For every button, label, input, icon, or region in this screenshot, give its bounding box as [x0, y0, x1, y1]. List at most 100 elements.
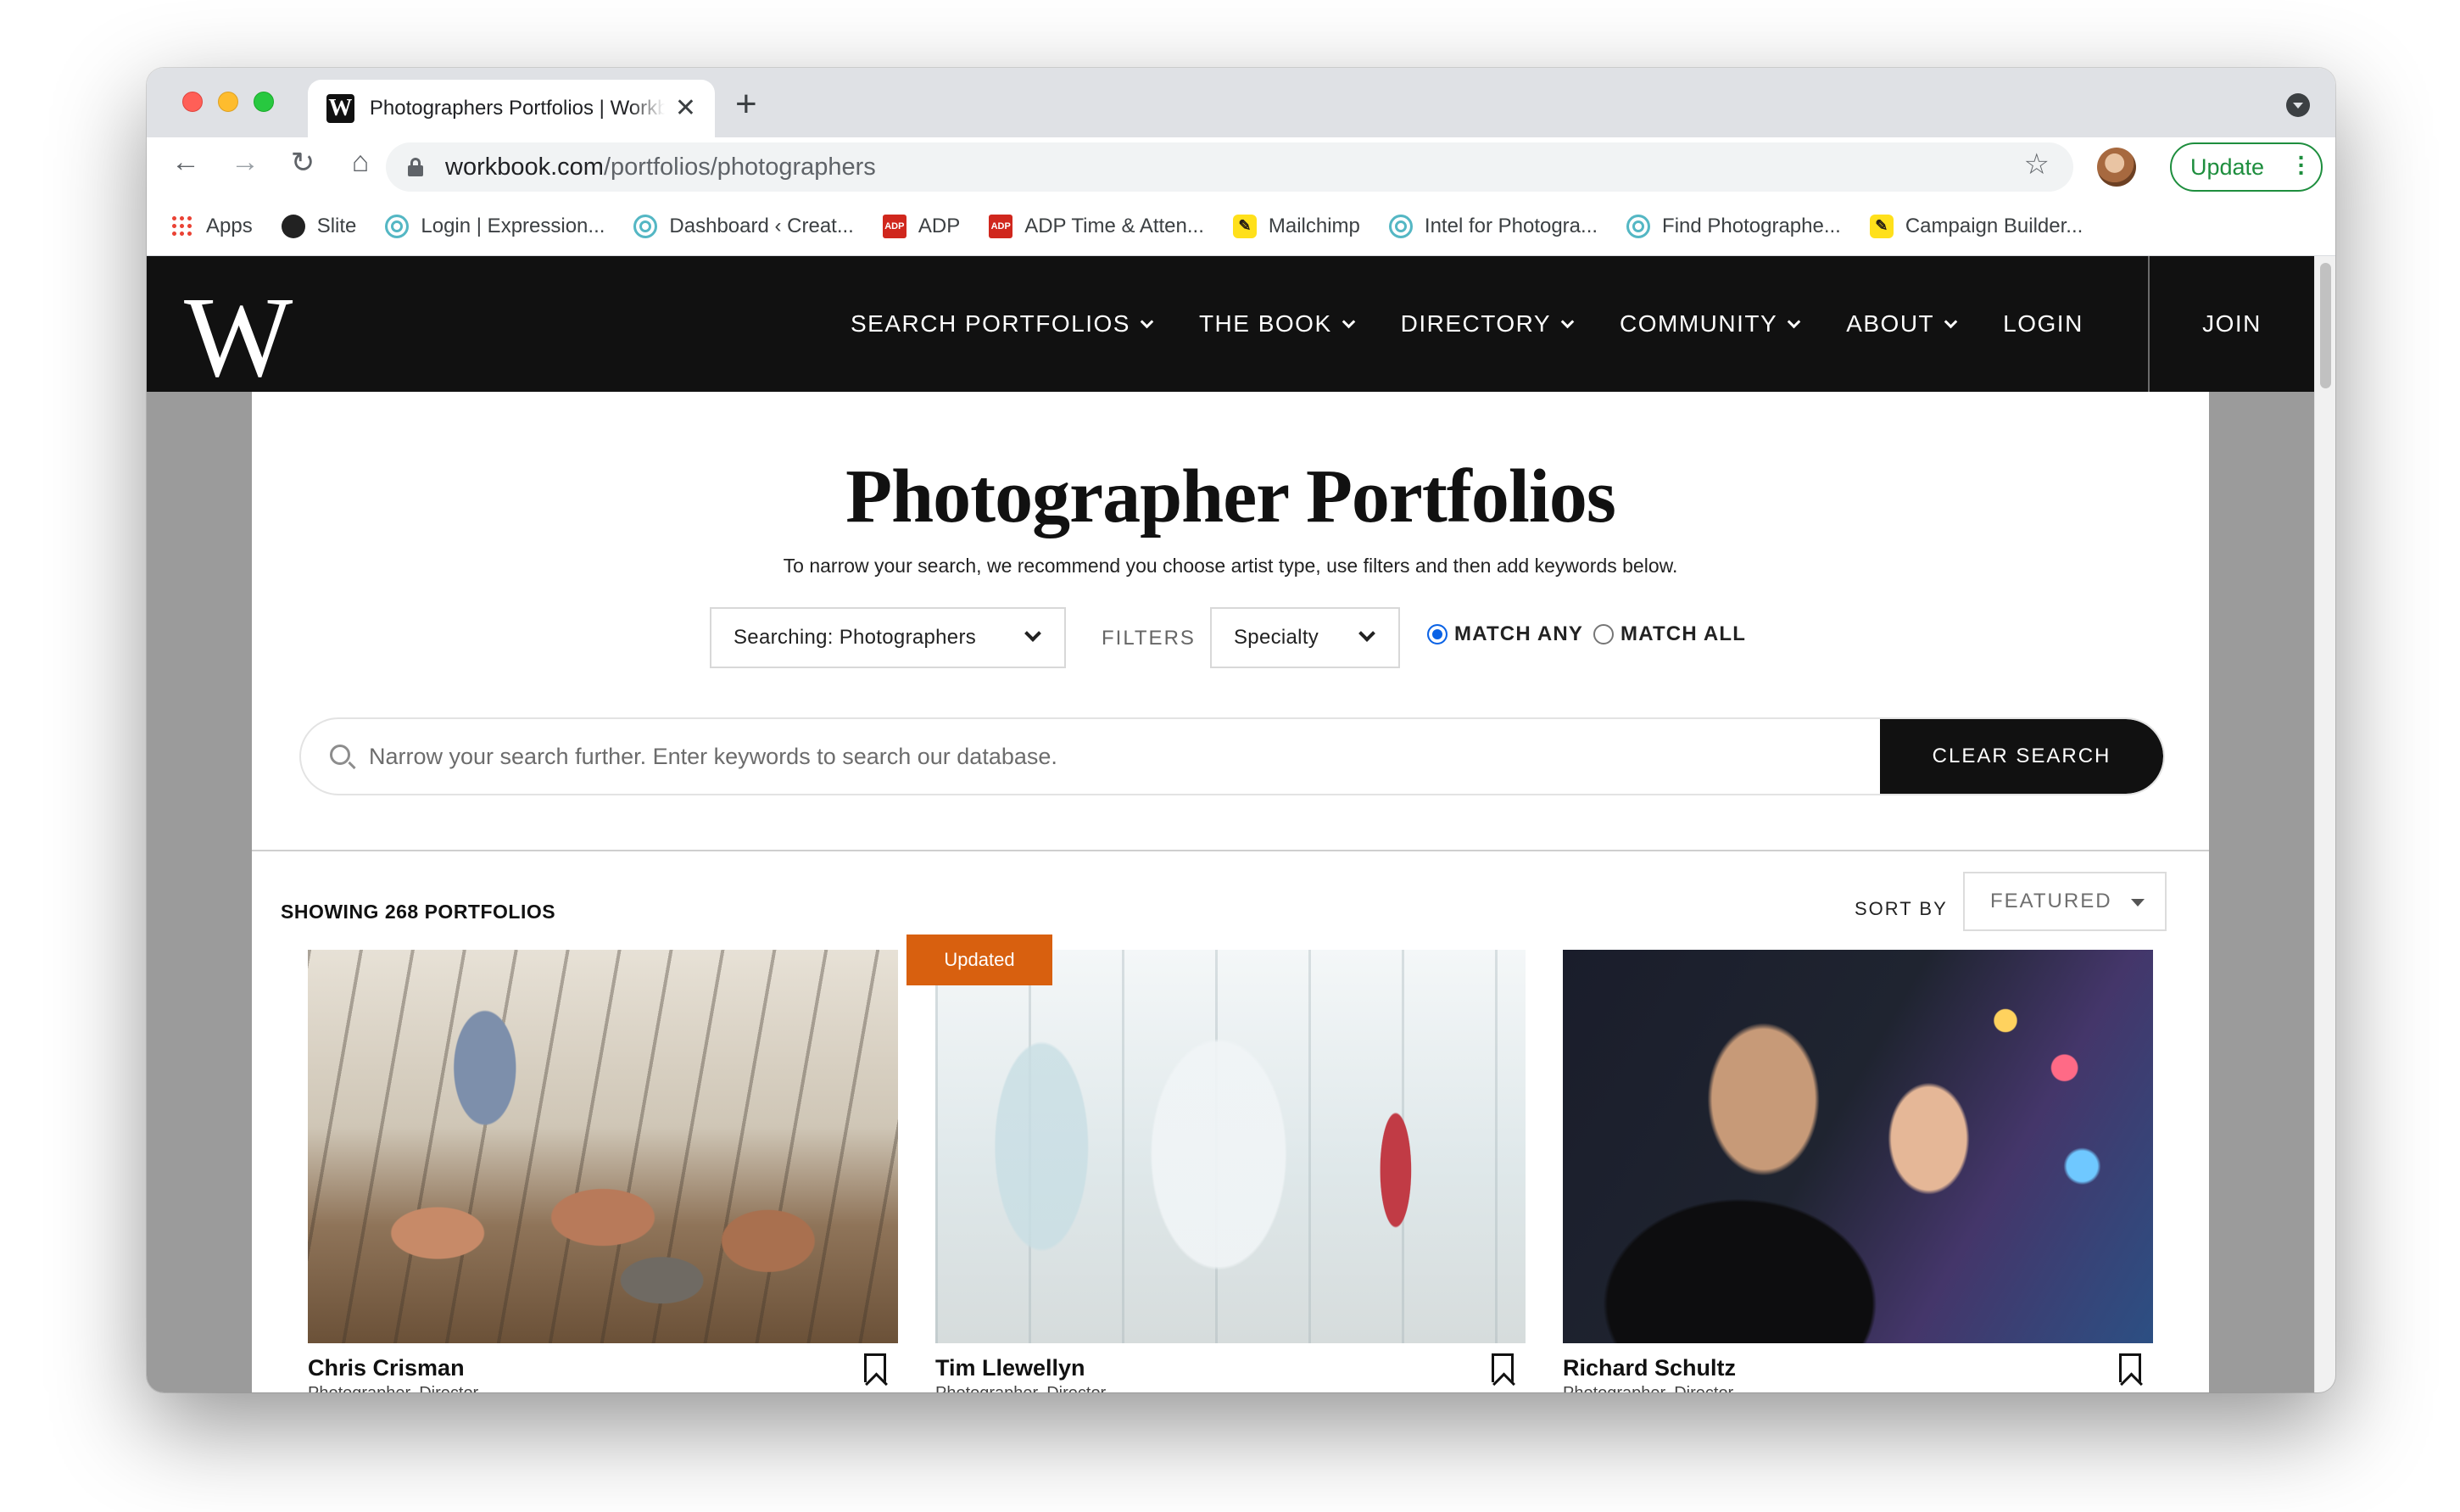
- keyword-search-input[interactable]: [369, 719, 1861, 794]
- tab-strip: W Photographers Portfolios | Workbook ✕ …: [147, 68, 2335, 137]
- bookmarks-bar: Apps Slite Login | Expression... Dashboa…: [147, 197, 2335, 256]
- bookmark-icon[interactable]: [1492, 1353, 1514, 1382]
- minimize-window-button[interactable]: [218, 92, 238, 112]
- browser-window: W Photographers Portfolios | Workbook ✕ …: [147, 68, 2335, 1392]
- zoom-window-button[interactable]: [254, 92, 274, 112]
- tab-title: Photographers Portfolios | Workbook: [369, 97, 665, 120]
- bookmark-find[interactable]: Find Photographe...: [1626, 214, 1841, 238]
- portfolio-image[interactable]: [935, 950, 1526, 1343]
- workbook-logo[interactable]: W: [184, 280, 293, 395]
- browser-tab-active[interactable]: W Photographers Portfolios | Workbook ✕: [308, 80, 715, 137]
- nav-search-portfolios[interactable]: SEARCH PORTFOLIOS: [851, 310, 1154, 338]
- photographer-role: Photographer, Director: [1563, 1384, 1733, 1392]
- update-button[interactable]: Update · · ·: [2170, 142, 2323, 192]
- home-icon[interactable]: ⌂: [340, 146, 381, 179]
- portfolio-card[interactable]: Chris Crisman Photographer, Director: [308, 950, 898, 1392]
- close-window-button[interactable]: [182, 92, 203, 112]
- chevron-down-icon: [1944, 315, 1958, 328]
- clear-search-button[interactable]: CLEAR SEARCH: [1880, 719, 2163, 794]
- portfolio-card[interactable]: Richard Schultz Photographer, Director: [1563, 950, 2153, 1392]
- radio-unselected-icon[interactable]: [1593, 624, 1614, 644]
- match-all-radio[interactable]: MATCH ALL: [1593, 622, 1746, 646]
- bookmark-icon[interactable]: [2119, 1353, 2141, 1382]
- dashboard-icon: [633, 214, 658, 238]
- photographer-role: Photographer, Director: [308, 1384, 478, 1392]
- chevron-down-icon: [1140, 315, 1154, 328]
- bookmark-adp[interactable]: ADP ADP: [882, 214, 960, 238]
- nav-community[interactable]: COMMUNITY: [1620, 310, 1801, 338]
- intel-icon: [1388, 214, 1413, 238]
- site-header: W SEARCH PORTFOLIOS THE BOOK DIRECTORY C…: [147, 256, 2314, 395]
- chevron-down-icon: [1358, 625, 1375, 642]
- forward-icon[interactable]: →: [225, 146, 265, 179]
- results-count: SHOWING 268 PORTFOLIOS: [281, 901, 556, 923]
- search-icon: [330, 745, 350, 765]
- browser-toolbar: ← → ↻ ⌂ workbook.com/portfolios/photogra…: [147, 137, 2335, 197]
- photographer-name[interactable]: Richard Schultz: [1563, 1355, 1736, 1381]
- nav-about[interactable]: ABOUT: [1846, 310, 1958, 338]
- scrollbar-thumb[interactable]: [2320, 263, 2331, 388]
- page-subtitle: To narrow your search, we recommend you …: [783, 555, 1678, 577]
- expression-icon: [385, 214, 410, 238]
- photographer-name[interactable]: Chris Crisman: [308, 1355, 465, 1381]
- bookmark-dashboard[interactable]: Dashboard ‹ Creat...: [633, 214, 854, 238]
- slite-icon: [281, 214, 305, 238]
- bookmark-slite[interactable]: Slite: [281, 214, 356, 238]
- bookmark-apps[interactable]: Apps: [170, 214, 253, 238]
- chevron-down-icon: [1342, 315, 1355, 328]
- portfolio-image[interactable]: [308, 950, 898, 1343]
- photographer-role: Photographer, Director: [935, 1384, 1106, 1392]
- page-title: Photographer Portfolios: [845, 455, 1616, 538]
- back-icon[interactable]: ←: [165, 146, 206, 179]
- find-icon: [1626, 214, 1651, 238]
- mailchimp-icon: ✎: [1869, 214, 1894, 238]
- nav-login[interactable]: LOGIN: [2003, 310, 2083, 338]
- keyword-search: CLEAR SEARCH: [299, 717, 2165, 795]
- mailchimp-icon: ✎: [1232, 214, 1257, 238]
- section-divider: [252, 850, 2209, 851]
- portfolio-image[interactable]: [1563, 950, 2153, 1343]
- filters-label: FILTERS: [1102, 627, 1196, 650]
- more-menu-icon[interactable]: · · ·: [2298, 146, 2306, 185]
- nav-directory[interactable]: DIRECTORY: [1401, 310, 1575, 338]
- bookmark-icon[interactable]: [864, 1353, 886, 1382]
- photographer-name[interactable]: Tim Llewellyn: [935, 1355, 1085, 1381]
- url-text[interactable]: workbook.com/portfolios/photographers: [445, 153, 876, 181]
- bookmark-campaign[interactable]: ✎ Campaign Builder...: [1869, 214, 2083, 238]
- close-tab-icon[interactable]: ✕: [675, 96, 696, 121]
- profile-avatar[interactable]: [2097, 148, 2136, 187]
- adp-icon: ADP: [882, 214, 906, 238]
- match-any-radio[interactable]: MATCH ANY: [1427, 622, 1583, 646]
- join-button[interactable]: JOIN: [2148, 256, 2314, 392]
- artist-type-select[interactable]: Searching: Photographers: [710, 607, 1066, 668]
- sort-by-label: SORT BY: [1855, 898, 1948, 919]
- nav-the-book[interactable]: THE BOOK: [1199, 310, 1355, 338]
- reload-icon[interactable]: ↻: [282, 146, 323, 180]
- page-scrollbar[interactable]: [2314, 256, 2335, 1392]
- tab-search-icon[interactable]: [2286, 93, 2310, 117]
- bookmark-expression[interactable]: Login | Expression...: [385, 214, 605, 238]
- bookmark-intel[interactable]: Intel for Photogra...: [1388, 214, 1598, 238]
- main-nav: SEARCH PORTFOLIOS THE BOOK DIRECTORY COM…: [851, 256, 2131, 392]
- chevron-down-icon: [1560, 315, 1575, 328]
- sort-select[interactable]: FEATURED: [1963, 872, 2167, 931]
- portfolio-card[interactable]: Tim Llewellyn Photographer, Director: [935, 950, 1526, 1392]
- bookmark-adp-time[interactable]: ADP ADP Time & Atten...: [989, 214, 1204, 238]
- caret-down-icon: [2131, 899, 2145, 907]
- bookmark-star-icon[interactable]: ☆: [2024, 148, 2050, 181]
- chevron-down-icon: [1787, 315, 1801, 328]
- new-tab-button[interactable]: +: [735, 83, 757, 126]
- radio-selected-icon[interactable]: [1427, 624, 1448, 644]
- workbook-favicon-icon: W: [326, 94, 354, 123]
- window-controls: [182, 92, 274, 112]
- updated-badge: Updated: [906, 935, 1052, 985]
- chevron-down-icon: [1024, 625, 1041, 642]
- lock-icon[interactable]: [408, 158, 423, 176]
- specialty-select[interactable]: Specialty: [1210, 607, 1400, 668]
- apps-grid-icon: [170, 214, 194, 238]
- bookmark-mailchimp[interactable]: ✎ Mailchimp: [1232, 214, 1360, 238]
- web-page: W SEARCH PORTFOLIOS THE BOOK DIRECTORY C…: [147, 256, 2335, 1392]
- adp-icon: ADP: [989, 214, 1013, 238]
- content-panel: Photographer Portfolios To narrow your s…: [252, 392, 2209, 1392]
- address-bar[interactable]: workbook.com/portfolios/photographers ☆: [386, 142, 2073, 192]
